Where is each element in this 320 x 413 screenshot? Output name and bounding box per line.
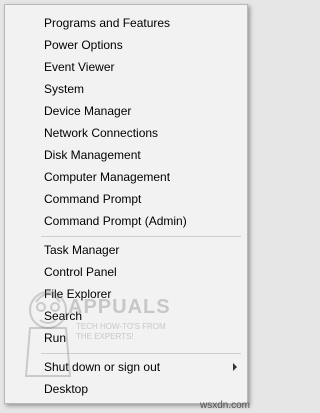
menu-item-network-connections[interactable]: Network Connections (44, 123, 158, 143)
site-label: wsxdn.com (199, 400, 250, 411)
menu-item-disk-management[interactable]: Disk Management (44, 145, 141, 165)
menu-separator (41, 236, 241, 237)
menu-separator (41, 353, 241, 354)
submenu-arrow-icon (233, 363, 237, 371)
menu-item-run[interactable]: Run (44, 328, 66, 348)
menu-item-event-viewer[interactable]: Event Viewer (44, 57, 114, 77)
menu-item-command-prompt-admin[interactable]: Command Prompt (Admin) (44, 211, 187, 231)
menu-item-desktop[interactable]: Desktop (44, 379, 88, 399)
menu-item-system[interactable]: System (44, 79, 84, 99)
menu-item-control-panel[interactable]: Control Panel (44, 262, 117, 282)
menu-item-power-options[interactable]: Power Options (44, 35, 123, 55)
watermark-tagline: TECH HOW-TO'S FROM THE EXPERTS! (76, 322, 166, 341)
context-menu: Programs and Features Power Options Even… (4, 4, 248, 404)
menu-item-shut-down-or-sign-out[interactable]: Shut down or sign out (44, 357, 160, 377)
menu-item-command-prompt[interactable]: Command Prompt (44, 189, 141, 209)
menu-item-computer-management[interactable]: Computer Management (44, 167, 170, 187)
menu-item-task-manager[interactable]: Task Manager (44, 240, 119, 260)
watermark-brand: APPUALS (68, 296, 171, 318)
menu-item-programs-and-features[interactable]: Programs and Features (44, 13, 170, 33)
menu-item-device-manager[interactable]: Device Manager (44, 101, 131, 121)
